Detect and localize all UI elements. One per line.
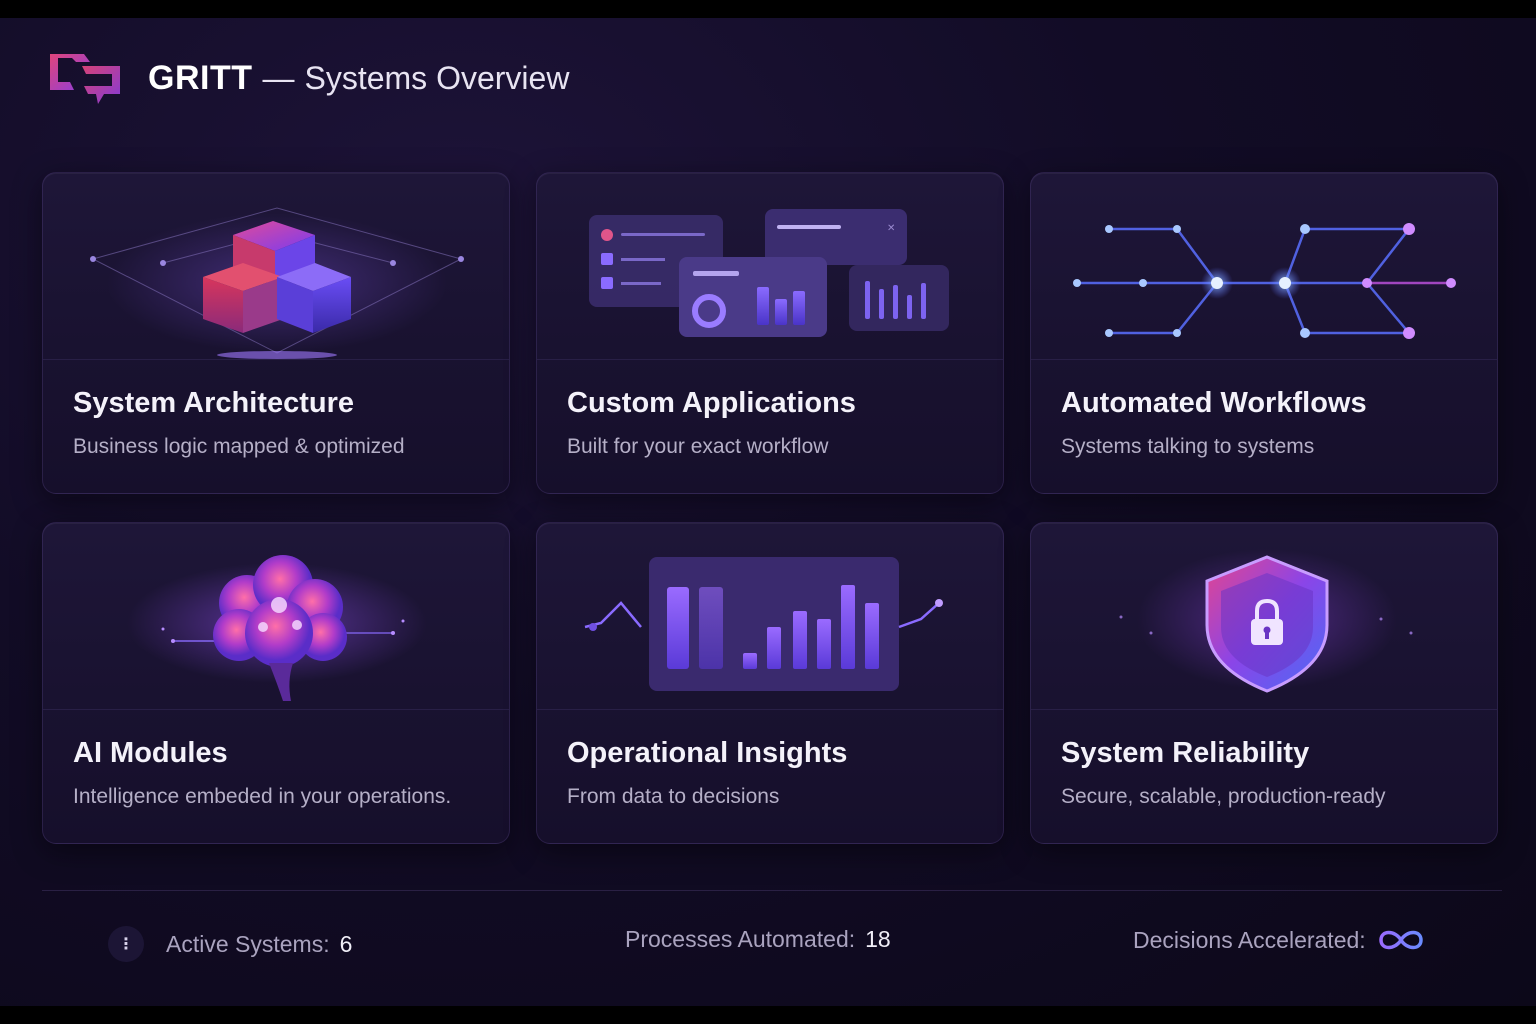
card-description: Business logic mapped & optimized bbox=[73, 435, 405, 458]
card-system-reliability[interactable]: System Reliability Secure, scalable, pro… bbox=[1030, 522, 1498, 844]
footer-divider bbox=[42, 890, 1502, 891]
card-automated-workflows[interactable]: Automated Workflows Systems talking to s… bbox=[1030, 172, 1498, 494]
card-title: AI Modules bbox=[73, 737, 228, 769]
bar-chart-icon bbox=[584, 557, 943, 691]
page-title: Systems Overview bbox=[304, 59, 570, 96]
card-divider bbox=[1031, 359, 1497, 360]
card-title: System Architecture bbox=[73, 387, 354, 419]
card-description: Intelligence embeded in your operations. bbox=[73, 785, 452, 808]
card-divider bbox=[43, 709, 509, 710]
gritt-logo-icon bbox=[50, 54, 120, 104]
app-windows-icon: ✕ bbox=[589, 209, 949, 337]
card-title: System Reliability bbox=[1061, 737, 1310, 769]
card-operational-insights[interactable]: Operational Insights From data to decisi… bbox=[536, 522, 1004, 844]
card-ai-modules[interactable]: AI Modules Intelligence embeded in your … bbox=[42, 522, 510, 844]
stat-decisions-accelerated: Decisions Accelerated: bbox=[1133, 926, 1426, 954]
card-description: Built for your exact workflow bbox=[567, 435, 829, 458]
card-system-architecture[interactable]: System Architecture Business logic mappe… bbox=[42, 172, 510, 494]
brand-name: GRITT bbox=[148, 58, 253, 97]
card-description: From data to decisions bbox=[567, 785, 780, 808]
infinity-icon bbox=[1378, 930, 1423, 950]
overview-screen: GRITT — Systems Overview System Architec… bbox=[0, 18, 1536, 1006]
card-title: Operational Insights bbox=[567, 737, 848, 769]
cubes-icon bbox=[90, 207, 464, 359]
stat-label: Active Systems: bbox=[166, 930, 330, 957]
vertical-dots-icon[interactable]: ⋮ bbox=[108, 926, 144, 962]
stat-processes-automated: Processes Automated: 18 bbox=[625, 926, 891, 953]
card-divider bbox=[537, 709, 1003, 710]
stat-value: 18 bbox=[865, 926, 891, 952]
card-divider bbox=[537, 359, 1003, 360]
card-title: Automated Workflows bbox=[1061, 387, 1367, 419]
stat-active-systems: ⋮ Active Systems: 6 bbox=[108, 926, 352, 962]
card-custom-applications[interactable]: ✕ Custom Applications Built for your exa… bbox=[536, 172, 1004, 494]
svg-text:✕: ✕ bbox=[887, 223, 895, 234]
card-divider bbox=[1031, 709, 1497, 710]
card-title: Custom Applications bbox=[567, 387, 856, 419]
stat-label: Decisions Accelerated: bbox=[1133, 926, 1366, 953]
stat-label: Processes Automated: bbox=[625, 926, 856, 952]
title-separator: — bbox=[262, 59, 295, 96]
shield-lock-icon bbox=[1119, 549, 1413, 693]
stat-value: 6 bbox=[339, 930, 353, 957]
brain-icon bbox=[127, 555, 427, 701]
card-description: Systems talking to systems bbox=[1061, 435, 1315, 458]
card-description: Secure, scalable, production-ready bbox=[1061, 785, 1386, 808]
page-header: GRITT — Systems Overview bbox=[44, 46, 569, 110]
node-graph-icon bbox=[1073, 223, 1456, 339]
card-divider bbox=[43, 359, 509, 360]
